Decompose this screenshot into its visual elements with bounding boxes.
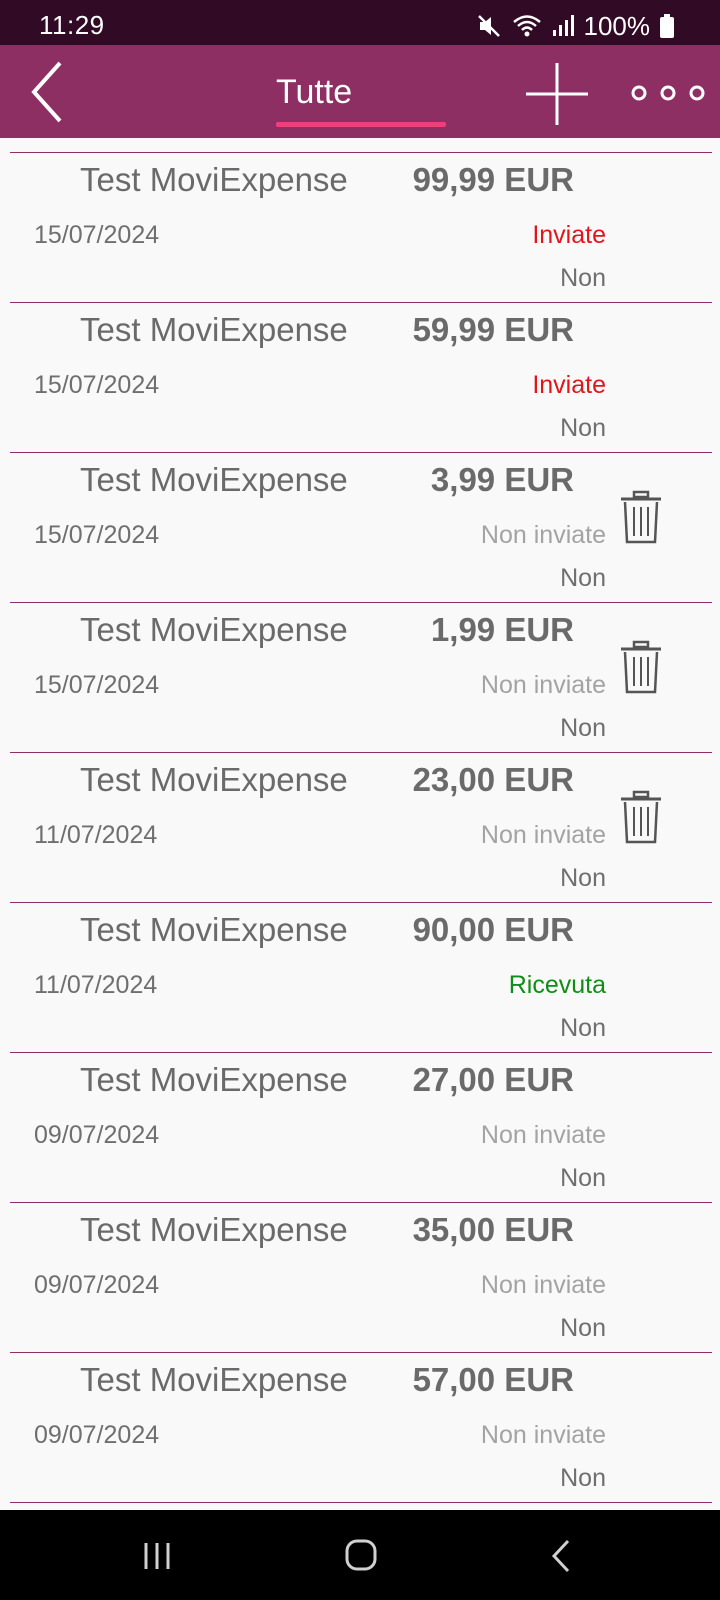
expense-flag: Non — [560, 1314, 606, 1342]
expense-amount: 27,00 EUR — [412, 1061, 574, 1098]
battery-percentage: 100% — [583, 10, 651, 41]
expense-status: Non inviate — [480, 1421, 606, 1449]
expense-title: Test MoviExpense — [80, 311, 348, 348]
expense-amount: 3,99 EUR — [430, 461, 574, 498]
expense-amount: 90,00 EUR — [412, 911, 574, 948]
expense-flag: Non — [560, 1164, 606, 1192]
delete-button[interactable] — [617, 790, 665, 846]
back-nav-button[interactable] — [548, 1533, 574, 1579]
back-icon — [31, 61, 62, 123]
status-bar: 11:29 100% — [0, 0, 720, 45]
expense-row[interactable]: Test MoviExpense 23,00 EUR 11/07/2024 Non i… — [10, 752, 712, 903]
expense-status: Non inviate — [480, 1271, 606, 1299]
expense-date: 11/07/2024 — [34, 821, 158, 849]
plus-icon — [526, 63, 588, 125]
expense-row[interactable]: Test MoviExpense 1,99 EUR 15/07/2024 Non in… — [10, 602, 712, 753]
expense-row[interactable]: Test MoviExpense 3,99 EUR 15/07/2024 Non in… — [10, 452, 712, 603]
expense-title: Test MoviExpense — [80, 611, 348, 648]
tab-all[interactable]: Tutte — [276, 45, 446, 138]
add-button[interactable] — [524, 61, 590, 127]
expense-date: 09/07/2024 — [34, 1121, 160, 1149]
expense-title: Test MoviExpense — [80, 161, 348, 198]
more-button[interactable] — [624, 75, 708, 111]
expense-row[interactable]: Test MoviExpense 99,99 EUR 15/07/2024 Invia… — [10, 152, 712, 303]
expense-title: Test MoviExpense — [80, 1211, 348, 1248]
more-icon — [631, 85, 705, 101]
navigation-bar — [0, 1510, 720, 1600]
list-divider — [10, 1502, 712, 1503]
expense-row[interactable]: Test MoviExpense 57,00 EUR 09/07/2024 Non i… — [10, 1352, 712, 1503]
expense-title: Test MoviExpense — [80, 761, 348, 798]
trash-icon — [621, 640, 661, 694]
delete-button[interactable] — [617, 640, 665, 696]
expense-status: Inviate — [532, 221, 606, 249]
expense-flag: Non — [560, 564, 606, 592]
expense-row[interactable]: Test MoviExpense 59,99 EUR 15/07/2024 Invia… — [10, 302, 712, 453]
wifi-icon — [512, 15, 541, 37]
signal-icon — [552, 15, 574, 36]
expense-amount: 99,99 EUR — [412, 161, 574, 198]
recent-apps-icon — [144, 1543, 170, 1569]
expense-amount: 1,99 EUR — [430, 611, 574, 648]
expense-date: 09/07/2024 — [34, 1271, 160, 1299]
home-button[interactable] — [344, 1533, 378, 1579]
tab-label: Tutte — [276, 73, 353, 111]
expense-date: 11/07/2024 — [34, 971, 158, 999]
expense-flag: Non — [560, 714, 606, 742]
expense-title: Test MoviExpense — [80, 1061, 348, 1098]
expense-status: Inviate — [532, 371, 606, 399]
expense-title: Test MoviExpense — [80, 461, 348, 498]
status-time: 11:29 — [39, 10, 105, 40]
expense-amount: 23,00 EUR — [412, 761, 574, 798]
expense-status: Ricevuta — [508, 971, 606, 999]
expense-amount: 35,00 EUR — [412, 1211, 574, 1248]
expense-flag: Non — [560, 1014, 606, 1042]
expense-title: Test MoviExpense — [80, 911, 348, 948]
expense-row[interactable]: Test MoviExpense 35,00 EUR 09/07/2024 Non i… — [10, 1202, 712, 1353]
expense-flag: Non — [560, 414, 606, 442]
expense-status: Non inviate — [480, 671, 606, 699]
expense-date: 09/07/2024 — [34, 1421, 160, 1449]
battery-icon — [660, 14, 674, 38]
recent-apps-button[interactable] — [142, 1533, 172, 1579]
expense-date: 15/07/2024 — [34, 521, 160, 549]
expense-flag: Non — [560, 264, 606, 292]
tab-indicator — [276, 122, 446, 127]
expense-list: Test MoviExpense 99,99 EUR 15/07/2024 Invia… — [0, 138, 720, 1510]
trash-icon — [621, 490, 661, 544]
expense-status: Non inviate — [480, 1121, 606, 1149]
expense-status: Non inviate — [480, 821, 606, 849]
expense-amount: 57,00 EUR — [412, 1361, 574, 1398]
expense-title: Test MoviExpense — [80, 1361, 348, 1398]
expense-status: Non inviate — [480, 521, 606, 549]
expense-date: 15/07/2024 — [34, 671, 160, 699]
expense-date: 15/07/2024 — [34, 371, 160, 399]
trash-icon — [621, 790, 661, 844]
app-bar: Tutte — [0, 45, 720, 138]
expense-flag: Non — [560, 1464, 606, 1492]
delete-button[interactable] — [617, 490, 665, 546]
expense-date: 15/07/2024 — [34, 221, 160, 249]
back-button[interactable] — [22, 57, 82, 127]
expense-amount: 59,99 EUR — [412, 311, 574, 348]
status-icons: 100% — [476, 10, 674, 41]
expense-row[interactable]: Test MoviExpense 90,00 EUR 11/07/2024 Ricev… — [10, 902, 712, 1053]
expense-row[interactable]: Test MoviExpense 27,00 EUR 09/07/2024 Non i… — [10, 1052, 712, 1203]
expense-flag: Non — [560, 864, 606, 892]
back-nav-icon — [551, 1539, 570, 1573]
mute-icon — [477, 15, 500, 37]
home-icon — [345, 1539, 377, 1571]
